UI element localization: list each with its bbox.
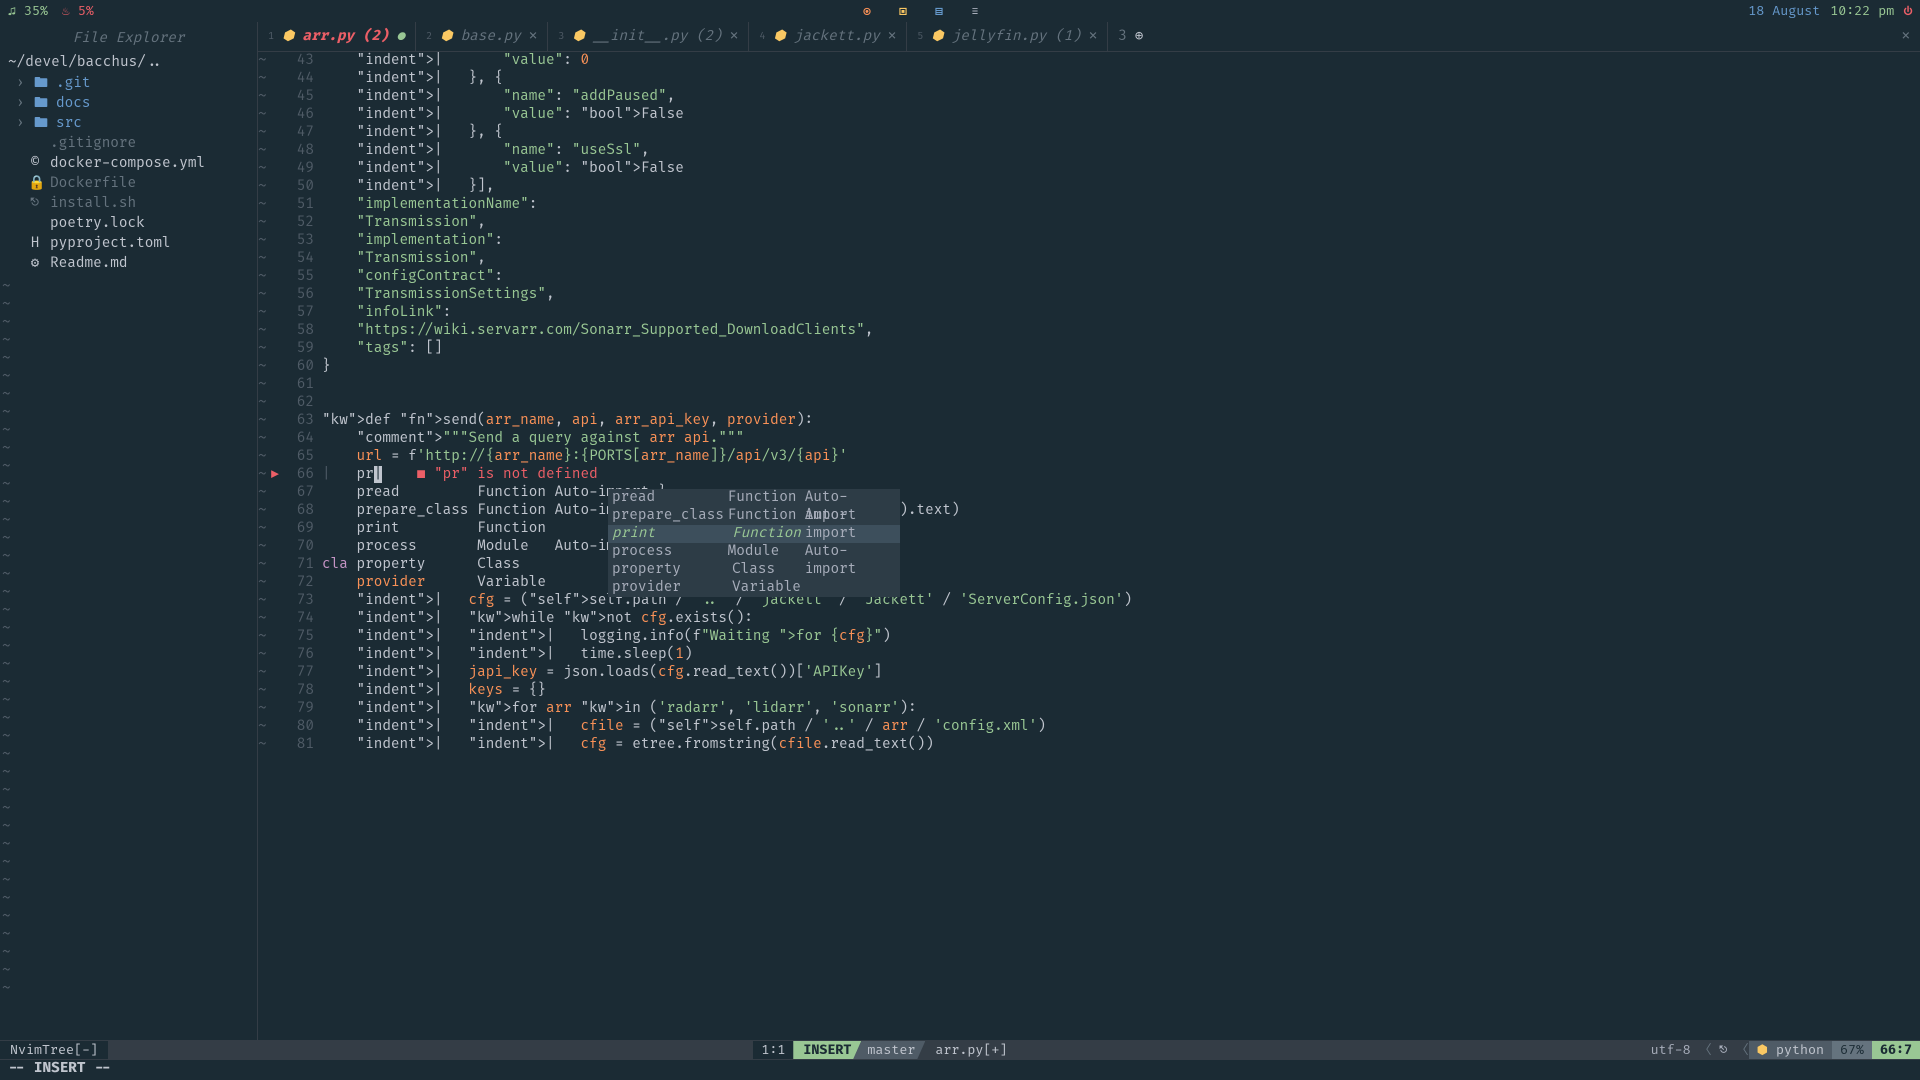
status-scroll-pct: 67%: [1832, 1041, 1872, 1059]
status-mode: INSERT: [793, 1041, 861, 1059]
file-icon: 🖿: [34, 75, 48, 93]
python-icon: ⬢: [282, 28, 294, 46]
file-icon: ⎋: [28, 195, 42, 213]
close-icon[interactable]: ✕: [888, 28, 896, 46]
chevron-right-icon: ›: [16, 75, 26, 93]
autocomplete-item[interactable]: processModuleAuto-import: [608, 543, 900, 561]
command-line: -- INSERT --: [0, 1060, 1920, 1080]
file-icon: 🖿: [34, 95, 48, 113]
tree-item--gitignore[interactable]: .gitignore: [0, 134, 257, 154]
tab-overflow[interactable]: 3 ⊕: [1108, 28, 1153, 46]
time-label: 10:22 pm: [1830, 2, 1894, 20]
tab-label: jellyfin.py (1): [952, 28, 1081, 46]
mem-usage: ♨ 5%: [62, 2, 94, 20]
separator-icon: 〈: [1736, 1041, 1749, 1059]
status-git-branch: master: [853, 1041, 925, 1059]
tree-item-label: install.sh: [50, 195, 136, 213]
python-icon: ⬢: [931, 28, 943, 46]
sidebar-title: File Explorer: [0, 26, 257, 52]
tree-item-label: .gitignore: [50, 135, 136, 153]
tab-__init__-py[interactable]: 3 ⬢ __init__.py (2) ✕: [548, 22, 749, 51]
python-icon: ⬢: [572, 28, 584, 46]
menu-icon[interactable]: ≡: [971, 2, 979, 20]
tab-new-icon[interactable]: ⊕: [1135, 28, 1143, 46]
tab-overflow-count: 3: [1118, 28, 1127, 46]
status-tree-pos: 1:1: [753, 1041, 793, 1059]
python-icon: ⬢: [773, 28, 785, 46]
status-filename: arr.py[+]: [925, 1041, 1017, 1059]
status-encoding: utf-8: [1643, 1041, 1699, 1059]
line-number-gutter: 4344454647484950515253545556575859606162…: [272, 52, 322, 1040]
tab-jellyfin-py[interactable]: 5 ⬢ jellyfin.py (1) ✕: [907, 22, 1108, 51]
autocomplete-item[interactable]: prepare_classFunctionAuto-import: [608, 507, 900, 525]
tree-item-pyproject-toml[interactable]: Hpyproject.toml: [0, 234, 257, 254]
tab-index: 3: [558, 28, 564, 46]
chat-icon[interactable]: ▤: [935, 2, 943, 20]
sidebar-empty: ~~~~~~~~~~~~~~~~~~~~~~~~~~~~~~~~~~~~~~~~: [0, 274, 258, 1040]
tree-item-label: pyproject.toml: [50, 235, 171, 253]
file-icon: ©: [28, 155, 42, 173]
status-os-icon: ⎋: [1712, 1041, 1736, 1059]
tree-item-Readme-md[interactable]: ⚙ Readme.md: [0, 254, 257, 274]
tab-close-all-icon[interactable]: ✕: [1892, 28, 1920, 46]
power-icon[interactable]: ⏻: [1904, 2, 1912, 20]
tab-index: 2: [426, 28, 432, 46]
close-icon[interactable]: ✕: [529, 28, 537, 46]
date-label: 18 August: [1748, 2, 1820, 20]
file-icon: H: [28, 235, 42, 253]
tab-index: 1: [268, 28, 274, 46]
python-icon: ⬢: [440, 28, 452, 46]
tilde-gutter: ~~~~~~~~~~~~~~~~~~~~~~~~~~~~~~~~~~~~~~~: [258, 52, 272, 1040]
system-topbar: ♫ 35% ♨ 5% ◉ ▣ ▤ ≡ 18 August 10:22 pm ⏻: [0, 0, 1920, 22]
file-explorer-sidebar[interactable]: File Explorer ~/devel/bacchus/.. ›🖿.git›…: [0, 22, 258, 274]
chevron-right-icon: ›: [16, 95, 26, 113]
chevron-right-icon: ›: [16, 115, 26, 133]
separator-icon: 〈: [1699, 1041, 1712, 1059]
close-icon[interactable]: ✕: [730, 28, 738, 46]
tab-jackett-py[interactable]: 4 ⬢ jackett.py ✕: [749, 22, 907, 51]
autocomplete-popup[interactable]: preadFunctionAuto-importprepare_classFun…: [608, 489, 900, 597]
tree-item-docker-compose-yml[interactable]: © docker-compose.yml: [0, 154, 257, 174]
firefox-icon[interactable]: ◉: [863, 2, 871, 20]
tree-item-label: docker-compose.yml: [50, 155, 205, 173]
tree-item-Dockerfile[interactable]: 🔒 Dockerfile: [0, 174, 257, 194]
sidebar-path: ~/devel/bacchus/..: [0, 52, 257, 74]
status-line: NvimTree[-] 1:1 INSERT master arr.py[+] …: [0, 1040, 1920, 1060]
autocomplete-item[interactable]: preadFunctionAuto-import: [608, 489, 900, 507]
modified-dot-icon: ●: [397, 28, 406, 46]
tree-item-label: docs: [56, 95, 90, 113]
file-icon: 🖿: [34, 115, 48, 133]
cpu-usage: ♫ 35%: [8, 2, 48, 20]
tab-index: 4: [759, 28, 765, 46]
tree-item--git[interactable]: › 🖿 .git: [0, 74, 257, 94]
editor-area[interactable]: ~~~~~~~~~~~~~~~~~~~~~~~~~~~~~~~~~~~~~~~ …: [258, 52, 1920, 1040]
tree-item-poetry-lock[interactable]: poetry.lock: [0, 214, 257, 234]
tree-item-install-sh[interactable]: ⎋ install.sh: [0, 194, 257, 214]
tab-base-py[interactable]: 2 ⬢ base.py ✕: [416, 22, 548, 51]
tab-label: __init__.py (2): [593, 28, 722, 46]
file-icon: ⚙: [28, 255, 42, 273]
tree-item-label: poetry.lock: [50, 215, 145, 233]
tree-item-docs[interactable]: › 🖿 docs: [0, 94, 257, 114]
autocomplete-item[interactable]: providerVariable: [608, 579, 900, 597]
status-nvimtree: NvimTree[-]: [0, 1041, 108, 1059]
code-content[interactable]: "indent">| "value": 0 "indent">| }, { "i…: [322, 52, 1920, 1040]
tab-label: arr.py (2): [302, 28, 388, 46]
file-icon: 🔒: [28, 175, 42, 193]
status-row-col: 66:7: [1872, 1041, 1920, 1059]
tree-item-label: src: [56, 115, 82, 133]
tree-item-src[interactable]: › 🖿 src: [0, 114, 257, 134]
tab-index: 5: [917, 28, 923, 46]
terminal-icon[interactable]: ▣: [899, 2, 907, 20]
tab-arr-py[interactable]: 1 ⬢ arr.py (2) ●: [258, 22, 416, 51]
tab-bar[interactable]: 1 ⬢ arr.py (2) ● 2 ⬢ base.py ✕ 3 ⬢ __init__.py (2)…: [258, 22, 1920, 52]
close-icon[interactable]: ✕: [1089, 28, 1097, 46]
tab-label: jackett.py: [794, 28, 880, 46]
tree-item-label: .git: [56, 75, 90, 93]
tree-item-label: Readme.md: [50, 255, 128, 273]
tab-label: base.py: [461, 28, 521, 46]
tree-item-label: Dockerfile: [50, 175, 136, 193]
status-language: ⬢ python: [1749, 1041, 1832, 1059]
